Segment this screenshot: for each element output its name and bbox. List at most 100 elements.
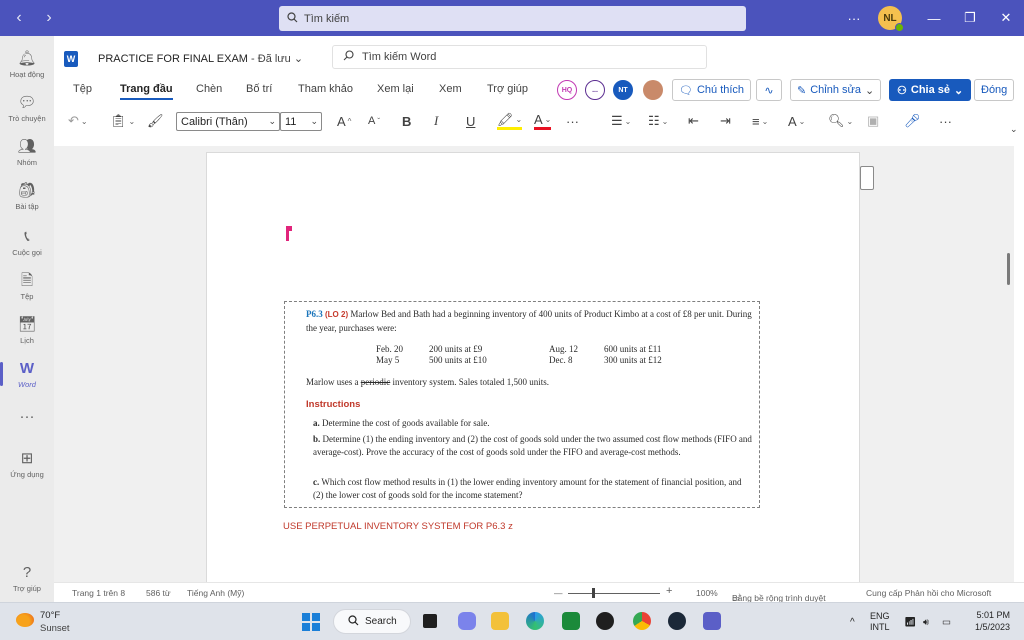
close-window-button[interactable]: ✕	[988, 10, 1024, 26]
underline-button[interactable]: U	[466, 112, 475, 130]
font-color-button[interactable]: A ⌄	[534, 112, 552, 130]
bullets-button[interactable]: ☰ ⌄	[611, 112, 631, 130]
bold-button[interactable]: B	[402, 112, 411, 130]
collaborator-photo-avatar[interactable]	[643, 80, 663, 100]
wifi-icon[interactable]: 📶︎	[904, 603, 916, 640]
shrink-font-icon: A	[368, 115, 376, 127]
file-explorer-icon[interactable]	[491, 612, 509, 630]
tab-help[interactable]: Trợ giúp	[487, 83, 528, 95]
font-family-select[interactable]: Calibri (Thân) ⌄	[176, 112, 280, 131]
pasted-problem-image[interactable]: P6.3 (LO 2) Marlow Bed and Bath had a be…	[284, 301, 760, 508]
tab-view[interactable]: Xem	[439, 83, 462, 95]
decrease-indent-button[interactable]: ⇤	[688, 112, 699, 130]
document-canvas[interactable]: P6.3 (LO 2) Marlow Bed and Bath had a be…	[54, 146, 1014, 582]
task-view-icon[interactable]	[423, 614, 437, 628]
feedback-link[interactable]: Cung cấp Phản hồi cho Microsoft	[866, 588, 991, 598]
find-button[interactable]: 🔍︎ ⌄	[828, 112, 853, 130]
system-clock[interactable]: 5:01 PM 1/5/2023	[975, 609, 1010, 633]
weather-sunset-icon[interactable]	[16, 613, 34, 627]
tab-home[interactable]: Trang đầu	[120, 83, 173, 100]
avatar-initials: NL	[883, 12, 897, 24]
input-language[interactable]: ENG INTL	[870, 603, 890, 640]
document-title[interactable]: PRACTICE FOR FINAL EXAM - Đã lưu ⌄	[98, 52, 303, 65]
font-size-select[interactable]: 11 ⌄	[280, 112, 322, 131]
volume-icon[interactable]: 🔊︎	[923, 603, 929, 640]
collaborator-avatar[interactable]: HQ	[557, 80, 577, 100]
weather-temperature[interactable]: 70°F	[40, 610, 60, 621]
weather-condition[interactable]: Sunset	[40, 623, 70, 634]
paste-button[interactable]: 📋︎ ⌄	[110, 112, 135, 130]
battery-icon[interactable]: ▭	[942, 603, 951, 640]
zoom-level[interactable]: 100%	[696, 588, 718, 598]
store-icon[interactable]	[562, 612, 580, 630]
comment-marker[interactable]	[860, 166, 874, 190]
steam-icon[interactable]	[668, 612, 686, 630]
word-search-input[interactable]: Tìm kiếm Word	[332, 45, 707, 69]
rail-item-chat[interactable]: 💬︎ Trò chuyện	[0, 94, 54, 123]
forward-button[interactable]: ›	[38, 9, 60, 27]
more-ribbon-button[interactable]: ···	[939, 112, 952, 130]
start-button[interactable]	[302, 613, 320, 631]
zoom-slider[interactable]	[568, 593, 660, 594]
rail-item-activity[interactable]: 🔔︎ Hoạt động	[0, 50, 54, 79]
zoom-slider-thumb[interactable]	[592, 588, 595, 598]
share-button[interactable]: ⚇ Chia sẻ ⌄	[889, 79, 972, 101]
teams-app-icon[interactable]	[703, 612, 721, 630]
grow-font-button[interactable]: A ^	[337, 112, 351, 130]
tab-references[interactable]: Tham khảo	[298, 83, 353, 95]
numbering-button[interactable]: ☷ ⌄	[648, 112, 668, 130]
rail-item-calendar[interactable]: 📅︎ Lịch	[0, 316, 54, 345]
show-hidden-icons-button[interactable]: ^	[850, 603, 855, 640]
rail-item-apps[interactable]: ⊞ Ứng dụng	[0, 450, 54, 479]
taskbar-search-box[interactable]: Search	[333, 609, 411, 634]
rail-item-assignments[interactable]: 🎒︎ Bài tập	[0, 182, 54, 211]
rail-label: Cuộc gọi	[12, 248, 42, 257]
rail-item-calls[interactable]: 📞︎ Cuộc gọi	[0, 228, 54, 257]
problem-id: P6.3	[306, 309, 323, 319]
vertical-scrollbar[interactable]	[1007, 253, 1010, 285]
chrome-browser-icon[interactable]	[633, 612, 651, 630]
activity-button[interactable]: ∿	[756, 79, 782, 101]
title-bar: ‹ › Tìm kiếm ··· NL — ❐ ✕	[0, 0, 1024, 36]
collaborator-avatar[interactable]: ...	[585, 80, 605, 100]
increase-indent-button[interactable]: ⇥	[720, 112, 731, 130]
tab-review[interactable]: Xem lại	[377, 83, 414, 95]
edge-browser-icon[interactable]	[526, 612, 544, 630]
designer-button[interactable]: ▣	[867, 112, 879, 130]
italic-button[interactable]: I	[434, 112, 438, 130]
chevron-down-icon[interactable]: ⌄	[1010, 120, 1018, 138]
rail-item-teams[interactable]: 👥︎ Nhóm	[0, 138, 54, 167]
back-button[interactable]: ‹	[8, 9, 30, 27]
rail-item-more[interactable]: ···	[0, 408, 54, 426]
teams-chat-icon[interactable]	[458, 612, 476, 630]
collaborator-avatar[interactable]: NT	[613, 80, 633, 100]
word-count[interactable]: 586 từ	[146, 588, 171, 598]
rail-item-files[interactable]: 🗎 Tệp	[0, 272, 54, 301]
shrink-font-button[interactable]: Aˇ	[368, 112, 380, 130]
more-font-options-button[interactable]: ···	[566, 112, 579, 130]
proofing-language[interactable]: Tiếng Anh (Mỹ)	[187, 588, 244, 598]
format-painter-button[interactable]: 🖌︎	[147, 112, 164, 130]
comments-button[interactable]: 🗨︎ Chú thích	[672, 79, 752, 101]
teams-search-input[interactable]: Tìm kiếm	[279, 6, 746, 31]
rail-item-help[interactable]: ? Trợ giúp	[0, 564, 54, 593]
dell-icon[interactable]	[596, 612, 614, 630]
maximize-button[interactable]: ❐	[952, 10, 988, 26]
document-page[interactable]: P6.3 (LO 2) Marlow Bed and Bath had a be…	[206, 152, 860, 582]
align-button[interactable]: ≡ ⌄	[752, 112, 768, 130]
minimize-button[interactable]: —	[916, 11, 952, 26]
styles-button[interactable]: A ⌄	[788, 112, 805, 130]
tab-insert[interactable]: Chèn	[196, 83, 222, 95]
tab-layout[interactable]: Bố trí	[246, 83, 272, 95]
zoom-in-button[interactable]: +	[666, 585, 672, 597]
rail-item-word[interactable]: W Word	[0, 360, 54, 389]
more-options-button[interactable]: ···	[836, 11, 872, 26]
zoom-out-button[interactable]: —	[554, 588, 563, 598]
dictate-button[interactable]: 🎤︎	[904, 112, 921, 130]
tab-file[interactable]: Tệp	[73, 83, 92, 95]
highlight-button[interactable]: 🖍︎ ⌄	[497, 112, 523, 130]
editing-mode-button[interactable]: ✎ Chỉnh sửa ⌄	[790, 79, 882, 101]
avatar[interactable]: NL	[878, 6, 904, 32]
undo-button[interactable]: ↶ ⌄	[68, 112, 88, 130]
close-word-button[interactable]: Đóng	[974, 79, 1015, 101]
